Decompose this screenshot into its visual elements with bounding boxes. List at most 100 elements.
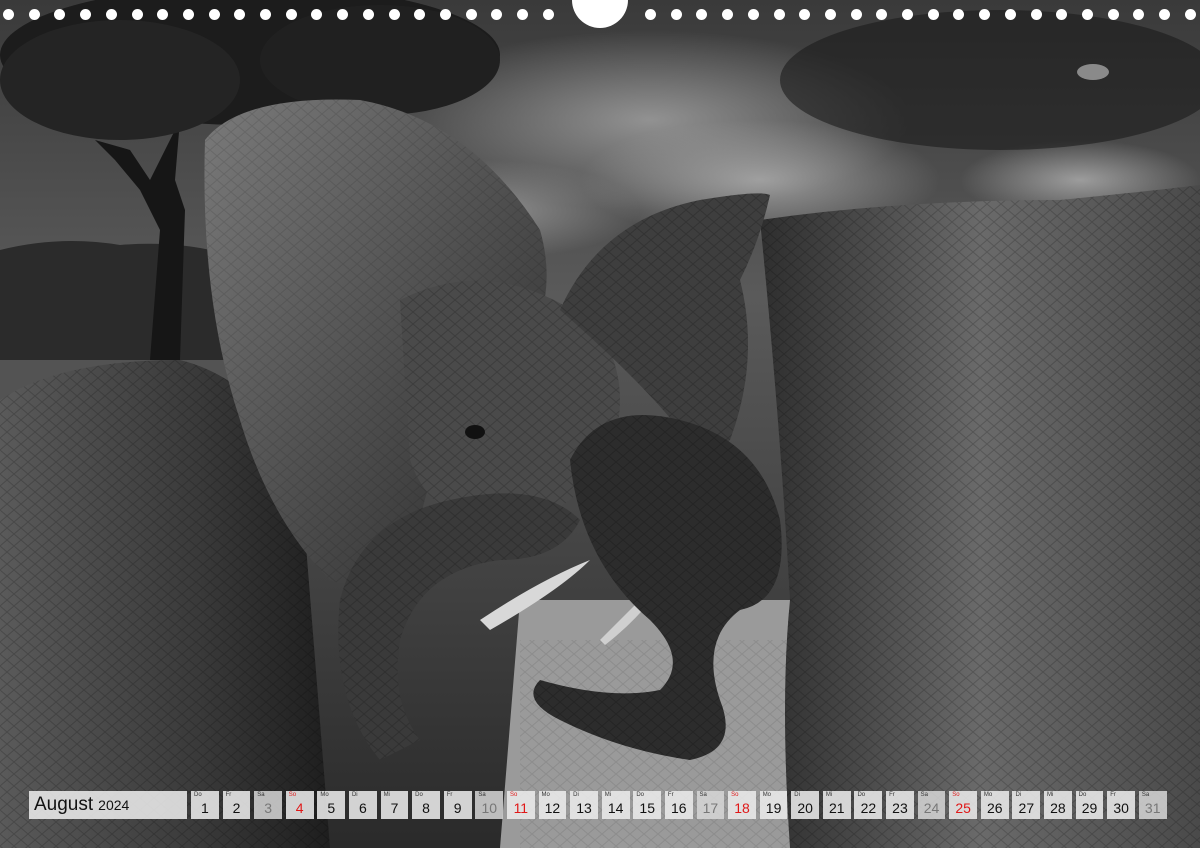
weekday-abbrev: Mi: [604, 792, 612, 798]
weekday-abbrev: Do: [194, 792, 202, 798]
binding-hole: [208, 9, 220, 20]
weekday-abbrev: Fr: [225, 792, 232, 798]
day-number: 18: [734, 800, 750, 816]
day-number: 4: [295, 800, 304, 816]
day-cell: Mi 14: [601, 791, 630, 819]
binding-hole: [773, 9, 785, 20]
month-year: 2024: [98, 797, 130, 813]
binding-hole: [876, 9, 888, 20]
binding-hole: [1159, 9, 1170, 20]
weekday-abbrev: Sa: [1141, 792, 1150, 798]
day-number: 31: [1144, 800, 1161, 816]
day-number: 23: [892, 800, 908, 816]
day-number: 1: [201, 800, 209, 816]
binding-hole: [722, 9, 734, 20]
weekday-abbrev: Di: [573, 792, 579, 798]
day-cell: Do 1: [191, 791, 219, 819]
weekday-abbrev: Do: [636, 792, 644, 798]
weekday-abbrev: Mo: [762, 792, 772, 798]
day-cell: Do 15: [633, 791, 662, 819]
day-number: 19: [765, 800, 782, 816]
day-cell: Sa 3: [254, 791, 282, 819]
day-number: 21: [828, 800, 845, 816]
weekday-abbrev: So: [731, 792, 739, 798]
month-name: August: [34, 794, 94, 815]
binding-hole: [28, 9, 40, 20]
day-cell: Di 6: [348, 791, 377, 819]
binding-hole: [285, 9, 297, 20]
month-label: August 2024: [29, 791, 187, 819]
binding-hole: [799, 9, 811, 20]
weekday-abbrev: Mi: [383, 792, 390, 798]
weekday-abbrev: Do: [857, 792, 866, 798]
binding-hole: [337, 9, 349, 20]
weekday-abbrev: Do: [1078, 792, 1087, 798]
binding-hole: [645, 9, 656, 20]
weekday-abbrev: Mi: [1047, 792, 1054, 798]
binding-hole: [670, 9, 682, 20]
day-cell: Sa 24: [917, 791, 946, 819]
binding-hole: [1107, 9, 1119, 20]
day-number: 17: [702, 800, 719, 816]
binding-hole: [388, 9, 400, 20]
weekday-abbrev: So: [288, 792, 297, 798]
day-number: 9: [453, 800, 462, 816]
calendar-page: August 2024 Do 1 Fr 2 Sa 3 So 4 Mo 5 Di 6 Mi 7 Do 8 Fr 9 S…: [0, 0, 1200, 848]
binding-hole: [465, 9, 477, 20]
binding-hole: [3, 9, 14, 20]
weekday-abbrev: So: [509, 792, 518, 798]
day-number: 15: [639, 800, 655, 816]
day-number: 24: [923, 800, 940, 816]
day-cell: Fr 9: [443, 791, 472, 819]
day-cell: Sa 10: [475, 791, 504, 819]
day-number: 20: [797, 800, 813, 816]
binding-hole: [105, 9, 117, 20]
day-number: 14: [607, 800, 624, 816]
day-cell: Do 29: [1075, 791, 1104, 819]
day-number: 3: [264, 800, 272, 816]
weekday-abbrev: Sa: [257, 792, 265, 798]
weekday-abbrev: Fr: [667, 792, 674, 798]
day-number: 27: [1018, 800, 1035, 816]
day-number: 22: [860, 800, 877, 816]
binding-hole: [1030, 9, 1042, 20]
day-cell: Do 22: [854, 791, 883, 819]
day-cell: Mi 7: [380, 791, 409, 819]
weekday-abbrev: So: [952, 792, 960, 798]
weekday-abbrev: Mi: [825, 792, 833, 798]
binding-hole: [439, 9, 451, 20]
day-number: 5: [327, 800, 336, 816]
day-cell: Mi 21: [822, 791, 851, 819]
weekday-abbrev: Sa: [920, 792, 928, 798]
day-cell: Mo 12: [538, 791, 567, 819]
weekday-abbrev: Do: [415, 792, 423, 798]
day-cell: Mo 19: [759, 791, 788, 819]
day-number: 28: [1050, 800, 1066, 816]
binding-hole: [362, 9, 374, 20]
day-cell: Sa 17: [696, 791, 725, 819]
day-cell: So 4: [285, 791, 314, 819]
day-cell: Mi 28: [1044, 791, 1072, 819]
day-cells: Do 1 Fr 2 Sa 3 So 4 Mo 5 Di 6 Mi 7 Do 8 Fr 9 Sa 10 So 11 Mo 12 D…: [191, 791, 1170, 819]
binding-hole: [927, 9, 939, 20]
day-cell: Di 20: [791, 791, 820, 819]
binding-hole: [1081, 9, 1093, 20]
day-number: 12: [544, 800, 561, 816]
binding-hole: [953, 9, 965, 20]
weekday-abbrev: Di: [794, 792, 800, 798]
binding-hole: [979, 9, 991, 20]
binding-hole: [1133, 9, 1145, 20]
day-cell: Fr 30: [1107, 791, 1136, 819]
weekday-abbrev: Di: [351, 792, 358, 798]
day-number: 7: [390, 800, 399, 816]
day-number: 6: [358, 800, 367, 816]
day-number: 29: [1081, 800, 1098, 816]
day-cell: Fr 23: [886, 791, 914, 819]
weekday-abbrev: Sa: [478, 792, 486, 798]
binding-hole: [414, 9, 426, 20]
day-cell: Fr 16: [664, 791, 693, 819]
binding-hole: [491, 9, 503, 20]
binding-hole: [1056, 9, 1068, 20]
day-cell: Di 13: [570, 791, 598, 819]
binding-hole: [517, 9, 528, 20]
